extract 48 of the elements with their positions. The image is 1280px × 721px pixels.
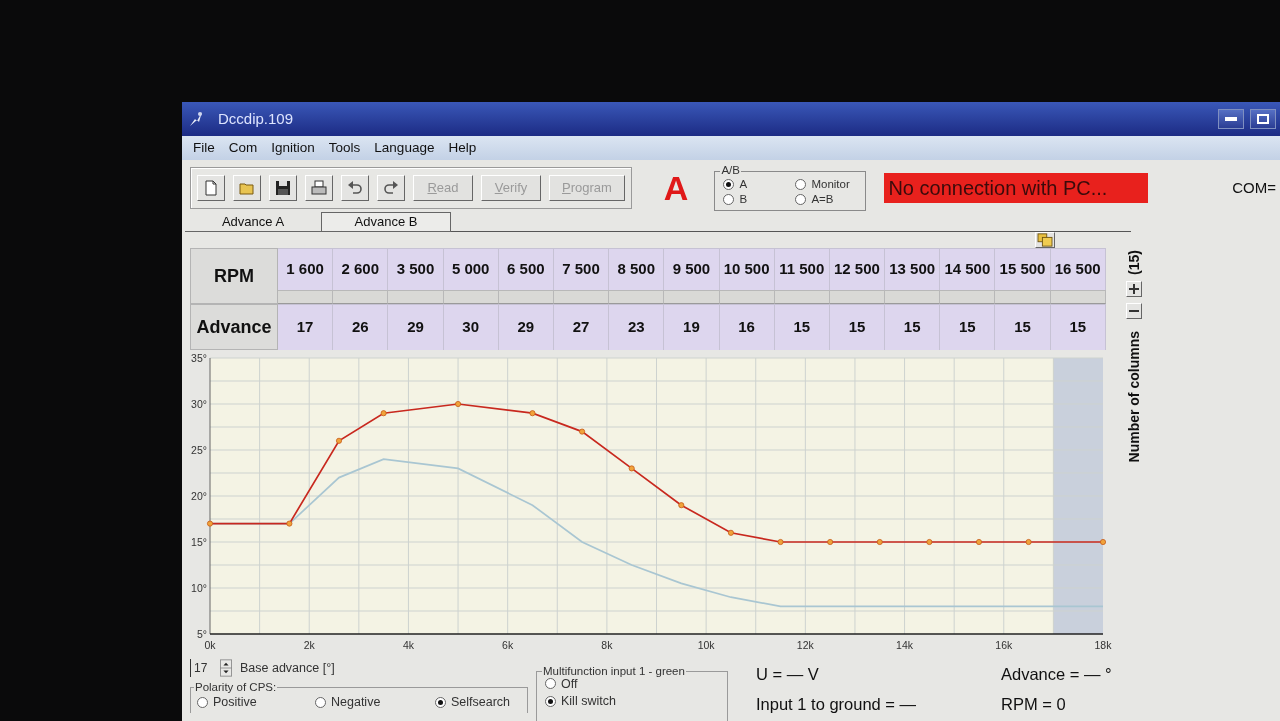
table-cell: 15 500 (995, 248, 1051, 290)
axis-label: 30° (191, 398, 207, 410)
axis-label: 35° (191, 352, 207, 364)
axis-label: 0k (204, 639, 216, 651)
window-title: Dccdip.109 (218, 108, 294, 129)
axis-label: 25° (191, 444, 207, 456)
axis-label: 18k (1094, 639, 1112, 651)
map-indicator: A (663, 171, 689, 205)
table-cell: 12 500 (829, 248, 886, 290)
axis-label: 2k (303, 639, 315, 651)
table-cell: 3 500 (388, 248, 444, 290)
table-cell: 6 500 (498, 248, 554, 290)
table-cell: 2 600 (333, 248, 389, 290)
vertical-label: Number of columns (1124, 330, 1143, 463)
field-label: Base advance [°] (240, 659, 335, 677)
axis-label: 6k (502, 639, 514, 651)
axis-label: 15° (191, 536, 207, 548)
row-header: RPM (190, 248, 278, 304)
readout-text: Advance = — ° (1001, 664, 1113, 685)
table-cell: 14 500 (940, 248, 996, 290)
readout-text: U = — V (756, 664, 820, 685)
axis-label: 20° (191, 490, 207, 502)
table-cell: 1 600 (278, 248, 334, 290)
axis-label: 8k (601, 639, 613, 651)
table-cell: 5 000 (443, 248, 499, 290)
table-cell: 9 500 (664, 248, 720, 290)
axis-label: 10° (191, 582, 207, 594)
readout-text: RPM = 0 (1001, 694, 1067, 715)
table-cell: 11 500 (774, 248, 830, 290)
readout-text: Input 1 to ground = — (756, 694, 918, 715)
group-label: A/B (720, 165, 741, 177)
table-cell: 16 500 (1050, 248, 1106, 290)
group-label: Polarity of CPS: (194, 682, 278, 694)
axis-label: 12k (796, 639, 814, 651)
column-count: (15) (1124, 250, 1143, 275)
table-cell: 13 500 (885, 248, 941, 290)
row-header: Advance (190, 304, 278, 350)
status-message: No connection with PC... (884, 173, 1149, 203)
axis-label: 16k (995, 639, 1013, 651)
axis-label: 4k (402, 639, 414, 651)
table-cell: 7 500 (553, 248, 610, 290)
table-cell: 10 500 (719, 248, 775, 290)
axis-label: 5° (196, 628, 207, 640)
table-cell: 8 500 (609, 248, 665, 290)
axis-label: 14k (896, 639, 913, 651)
axis-label: 10k (697, 639, 715, 651)
group-label: Multifunction input 1 - green (542, 666, 686, 678)
port-label: COM= (1232, 177, 1277, 198)
